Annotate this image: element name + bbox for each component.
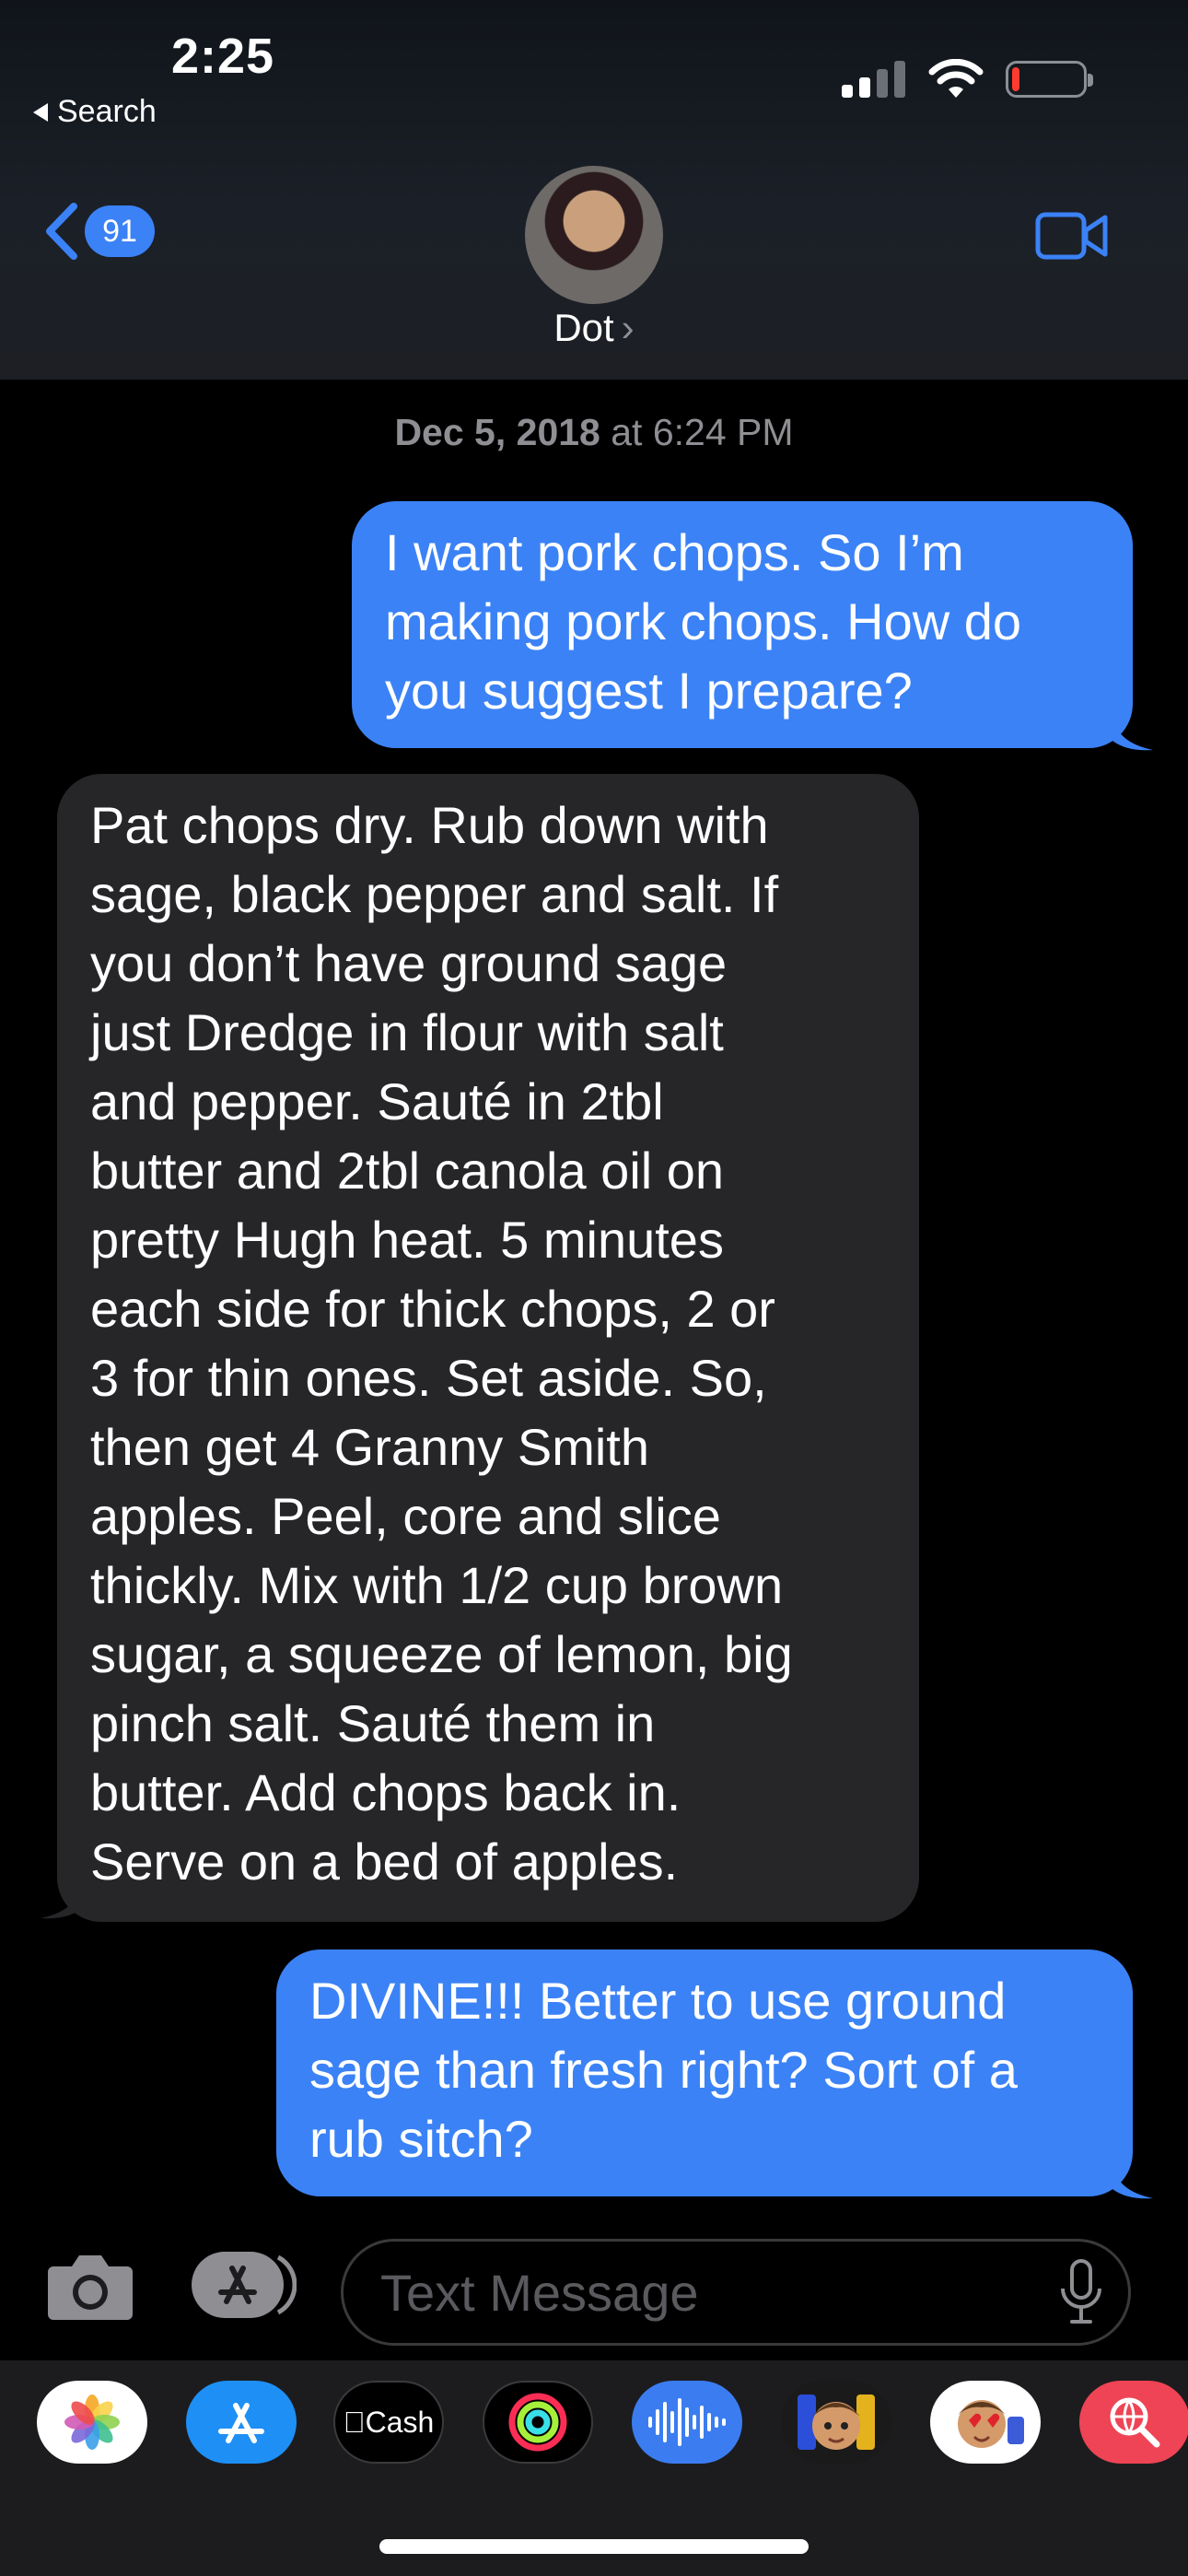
memoji-icon[interactable] — [781, 2381, 891, 2464]
contact-name-label: Dot — [553, 306, 614, 349]
photos-app-icon[interactable] — [37, 2381, 147, 2464]
app-store-icon[interactable] — [186, 2381, 297, 2464]
back-to-conversations[interactable]: 91 — [41, 201, 155, 262]
back-to-search[interactable]: Search — [33, 94, 157, 130]
apple-cash-label: Cash — [344, 2406, 435, 2440]
back-triangle-icon — [33, 102, 48, 122]
contact-name[interactable]: Dot › — [0, 306, 1188, 350]
memoji-stickers-icon[interactable] — [930, 2381, 1041, 2464]
activity-icon[interactable] — [483, 2381, 593, 2464]
cash-text: Cash — [354, 2405, 435, 2439]
contact-chevron-icon: › — [621, 306, 635, 349]
app-store-glyph-icon — [218, 2403, 264, 2443]
back-chevron-icon — [46, 203, 77, 260]
message-input-placeholder: Text Message — [380, 2263, 699, 2322]
home-indicator[interactable] — [379, 2539, 809, 2554]
memoji-face-icon — [798, 2395, 875, 2450]
dictation-mic-icon[interactable] — [1059, 2259, 1103, 2325]
apple-cash-icon[interactable]: Cash — [333, 2381, 444, 2464]
audio-message-icon[interactable] — [632, 2381, 742, 2464]
message-input[interactable]: Text Message — [341, 2239, 1131, 2346]
camera-icon[interactable] — [46, 2250, 134, 2322]
search-images-icon[interactable] — [1079, 2381, 1188, 2464]
facetime-video-icon[interactable] — [1035, 210, 1109, 262]
outgoing-message[interactable]: DIVINE!!! Better to use ground sage than… — [276, 1950, 1133, 2196]
cellular-signal-icon — [842, 61, 905, 98]
waveform-icon — [648, 2398, 726, 2446]
contact-avatar[interactable] — [525, 166, 663, 304]
status-time: 2:25 — [171, 29, 275, 84]
status-icons — [842, 59, 1093, 100]
memoji-hearts-icon — [958, 2400, 1024, 2448]
outgoing-bubble-tail — [1112, 2163, 1153, 2199]
globe-search-icon — [1110, 2397, 1160, 2448]
message-timestamp: Dec 5, 2018 at 6:24 PM — [0, 411, 1188, 454]
outgoing-message[interactable]: I want pork chops. So I’m making pork ch… — [352, 501, 1133, 748]
wifi-icon — [928, 59, 984, 98]
battery-icon — [1006, 61, 1093, 98]
back-search-label: Search — [57, 94, 157, 129]
app-store-button-icon[interactable] — [190, 2248, 297, 2322]
activity-rings-icon — [508, 2393, 567, 2452]
unread-badge: 91 — [85, 205, 155, 257]
incoming-bubble-tail — [41, 1883, 81, 1919]
outgoing-bubble-tail — [1112, 715, 1153, 751]
photos-flower-icon — [64, 2395, 120, 2450]
incoming-message[interactable]: Pat chops dry. Rub down with sage, black… — [57, 774, 919, 1922]
timestamp-time: at 6:24 PM — [600, 411, 794, 453]
timestamp-date: Dec 5, 2018 — [394, 411, 600, 453]
